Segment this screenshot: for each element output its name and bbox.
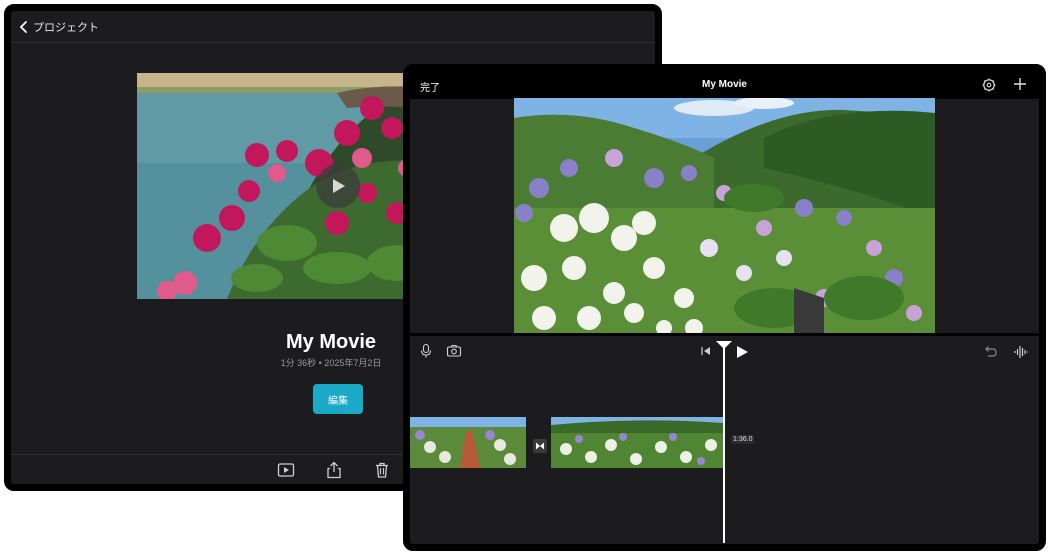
playhead[interactable] [723, 343, 725, 543]
clip-duration-label: 1:36.0 [731, 435, 755, 444]
play-overlay-button[interactable] [316, 164, 360, 208]
project-thumbnail[interactable] [137, 73, 437, 299]
movie-meta: 1分 36秒 • 2025年7月2日 [280, 358, 382, 368]
play-icon [333, 179, 345, 193]
share-icon[interactable] [325, 461, 343, 479]
editor-window: 完了 My Movie 1:36.0 [403, 64, 1046, 551]
chevron-left-icon [19, 20, 27, 33]
timeline-clip-2[interactable] [551, 417, 723, 468]
clip-2-thumbnail [551, 417, 723, 468]
transition-icon [536, 442, 544, 450]
back-label: プロジェクト [33, 21, 99, 34]
plus-icon[interactable] [1013, 77, 1027, 91]
timeline-clip-1[interactable] [410, 417, 526, 468]
camera-icon[interactable] [446, 343, 462, 359]
skip-to-start-icon[interactable] [700, 345, 712, 357]
microphone-icon[interactable] [418, 343, 434, 359]
movie-title: My Movie [285, 331, 377, 353]
video-preview-image [514, 98, 935, 334]
undo-icon[interactable] [982, 344, 998, 360]
waveform-icon[interactable] [1013, 344, 1029, 360]
play-icon[interactable] [735, 345, 749, 359]
editor-top-bar: 完了 My Movie [410, 71, 1039, 99]
transition-button[interactable] [533, 439, 547, 453]
viewer-divider [410, 333, 1039, 336]
edit-button[interactable]: 編集 [313, 384, 363, 414]
editor-title: My Movie [701, 79, 747, 90]
back-button[interactable]: プロジェクト [17, 19, 99, 35]
video-preview[interactable] [514, 98, 935, 334]
project-top-bar: プロジェクト [11, 11, 655, 43]
trash-icon[interactable] [373, 461, 391, 479]
project-thumbnail-image [137, 73, 437, 299]
play-in-box-icon[interactable] [277, 461, 295, 479]
clip-1-thumbnail [410, 417, 526, 468]
settings-icon[interactable] [982, 78, 996, 92]
